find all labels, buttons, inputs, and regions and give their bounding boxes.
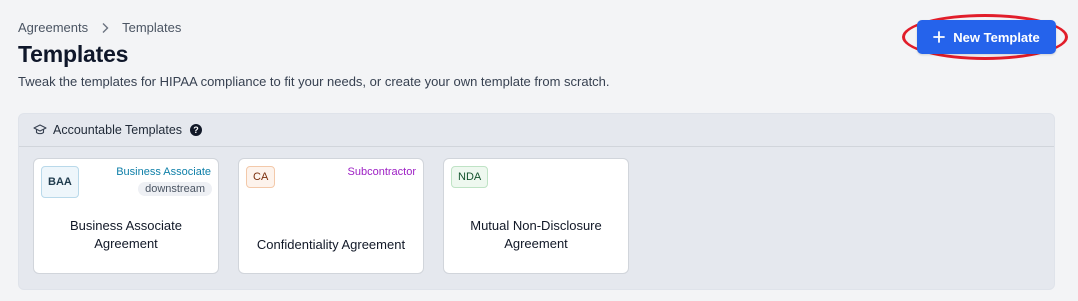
section-header: Accountable Templates ? <box>19 114 1054 147</box>
tag-subcontractor: Subcontractor <box>347 166 416 178</box>
new-template-button[interactable]: New Template <box>917 20 1056 54</box>
plus-icon <box>933 31 946 43</box>
template-card-nda[interactable]: NDA Mutual Non-Disclosure Agreement <box>443 158 629 274</box>
card-title: Confidentiality Agreement <box>239 236 423 254</box>
page-title: Templates <box>18 41 129 67</box>
template-card-ca[interactable]: CA Subcontractor Confidentiality Agreeme… <box>238 158 424 274</box>
new-template-highlight: New Template <box>902 14 1068 60</box>
card-title-line: Mutual Non-Disclosure <box>470 218 602 233</box>
graduation-cap-icon <box>33 123 47 137</box>
badge-nda: NDA <box>451 166 489 188</box>
badge-ca: CA <box>246 166 276 188</box>
chevron-right-icon <box>98 21 112 35</box>
card-title: Business Associate Agreement <box>34 217 218 253</box>
new-template-label: New Template <box>953 29 1040 45</box>
template-card-baa[interactable]: BAA Business Associate downstream Busine… <box>33 158 219 274</box>
breadcrumb-templates: Templates <box>122 20 182 35</box>
templates-page: Agreements Templates Templates Tweak the… <box>0 0 1078 301</box>
tag-business-associate: Business Associate <box>116 166 211 178</box>
question-circle-icon[interactable]: ? <box>190 124 203 136</box>
breadcrumb-agreements[interactable]: Agreements <box>18 20 88 35</box>
card-title-line: Confidentiality Agreement <box>256 237 406 252</box>
card-title-line: Agreement <box>94 236 158 251</box>
accountable-templates-section: Accountable Templates ? BAA Business Ass… <box>18 113 1055 290</box>
card-title-line: Business Associate <box>69 218 182 233</box>
breadcrumb: Agreements Templates <box>18 20 181 35</box>
card-title: Mutual Non-Disclosure Agreement <box>444 217 628 253</box>
section-title: Accountable Templates <box>53 123 183 137</box>
badge-baa: BAA <box>41 166 79 198</box>
tag-downstream: downstream <box>138 182 212 196</box>
card-title-line: Agreement <box>504 236 568 251</box>
page-description: Tweak the templates for HIPAA compliance… <box>18 74 610 89</box>
